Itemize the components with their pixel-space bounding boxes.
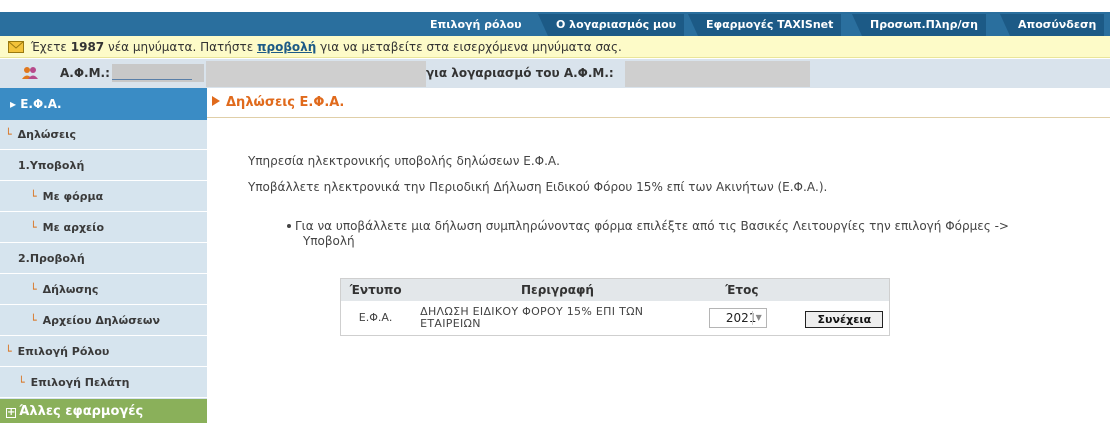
message-bar: Έχετε 1987 νέα μηνύματα. Πατήστε προβολή… — [0, 36, 1110, 58]
message-suffix: για να μεταβείτε στα εισερχόμενα μηνύματ… — [320, 40, 622, 54]
sidebar-item-select-client[interactable]: └ Επιλογή Πελάτη — [0, 368, 207, 398]
main-content: Δηλώσεις Ε.Φ.Α. Υπηρεσία ηλεκτρονικής υπ… — [207, 88, 1110, 423]
sidebar-item-label: Δηλώσεις — [17, 128, 76, 141]
tab-label: Αποσύνδεση — [1018, 18, 1097, 31]
sidebar-head-label: Ε.Φ.Α. — [20, 97, 62, 111]
tab-logout[interactable]: Αποσύνδεση — [1000, 14, 1105, 36]
message-middle: νέα μηνύματα. Πατήστε — [107, 40, 254, 54]
sidebar-item-declarations-file[interactable]: └ Αρχείου Δηλώσεων — [0, 306, 207, 336]
tree-marker-icon: └ — [18, 376, 25, 389]
tab-label: Επιλογή ρόλου — [430, 18, 522, 31]
sidebar-item-label: Επιλογή Πελάτη — [30, 376, 130, 389]
message-prefix: Έχετε — [30, 40, 67, 54]
tree-marker-icon: └ — [30, 190, 37, 203]
bullet-icon — [287, 224, 291, 228]
tab-label: Ο λογαριασμός μου — [556, 18, 677, 31]
sidebar: ▸ Ε.Φ.Α. └ Δηλώσεις 1.Υποβολή └ Με φόρμα └… — [0, 88, 207, 423]
tab-taxisnet-apps[interactable]: Εφαρμογές TAXISnet — [688, 14, 842, 36]
table-row: Ε.Φ.Α. ΔΗΛΩΣΗ ΕΙΔΙΚΟΥ ΦΟΡΟΥ 15% ΕΠΙ ΤΩΝ … — [341, 301, 889, 335]
description-line-2: ΕΤΑΙΡΕΙΩΝ — [420, 317, 481, 330]
sidebar-head-efa[interactable]: ▸ Ε.Φ.Α. — [0, 88, 207, 120]
forms-table: Έντυπο Περιγραφή Έτος Ε.Φ.Α. ΔΗΛΩΣΗ ΕΙΔΙ… — [340, 278, 890, 336]
other-apps-label: Άλλες εφαρμογές — [19, 404, 144, 419]
intro-text: Υπηρεσία ηλεκτρονικής υποβολής δηλώσεων … — [248, 154, 560, 168]
col-form-header: Έντυπο — [349, 283, 402, 297]
expand-plus-icon: + — [6, 407, 16, 418]
tree-marker-icon: └ — [30, 221, 37, 234]
afm-bar: Α.Φ.Μ.: για λογαριασμό του Α.Φ.Μ.: — [0, 59, 1110, 88]
page-title-text: Δηλώσεις Ε.Φ.Α. — [226, 95, 345, 110]
chevron-down-icon: ▼ — [752, 311, 764, 325]
tab-personal-info[interactable]: Προσωπ.Πληρ/ση — [852, 14, 986, 36]
sidebar-item-declaration[interactable]: └ Δήλωσης — [0, 275, 207, 305]
redacted-name — [206, 61, 426, 87]
description-text: Υποβάλλετε ηλεκτρονικά την Περιοδική Δήλ… — [248, 180, 828, 194]
cell-action: Συνέχεια — [779, 301, 889, 335]
sidebar-item-declarations[interactable]: └ Δηλώσεις — [0, 120, 207, 150]
redacted-afm — [112, 64, 204, 82]
page: Επιλογή ρόλου Ο λογαριασμός μου Εφαρμογέ… — [0, 0, 1110, 423]
envelope-icon — [8, 41, 24, 53]
cell-year: 2021 ▼ — [705, 301, 779, 335]
tab-select-role[interactable]: Επιλογή ρόλου — [422, 14, 530, 36]
message-count: 1987 — [70, 40, 105, 54]
redacted-account-afm — [625, 61, 810, 87]
table-header-row: Έντυπο Περιγραφή Έτος — [341, 279, 889, 301]
cell-form: Ε.Φ.Α. — [358, 311, 393, 324]
sidebar-item-label: 2.Προβολή — [18, 252, 85, 265]
col-description-header: Περιγραφή — [521, 283, 594, 297]
sidebar-item-label: 1.Υποβολή — [18, 159, 85, 172]
sidebar-item-with-form[interactable]: └ Με φόρμα — [0, 182, 207, 212]
caret-right-icon — [212, 96, 220, 106]
sidebar-item-view[interactable]: 2.Προβολή — [0, 244, 207, 274]
tree-marker-icon: └ — [30, 314, 37, 327]
tree-marker-icon: └ — [30, 283, 37, 296]
cell-description: ΔΗΛΩΣΗ ΕΙΔΙΚΟΥ ΦΟΡΟΥ 15% ΕΠΙ ΤΩΝ ΕΤΑΙΡΕΙ… — [410, 301, 705, 335]
sidebar-item-with-file[interactable]: └ Με αρχείο — [0, 213, 207, 243]
sidebar-item-label: Αρχείου Δηλώσεων — [42, 314, 160, 327]
continue-button[interactable]: Συνέχεια — [805, 311, 884, 328]
instruction-bullet: Για να υποβάλλετε μια δήλωση συμπληρώνον… — [287, 219, 1087, 249]
sidebar-item-label: Με αρχείο — [42, 221, 105, 234]
for-account-label: για λογαριασμό του Α.Φ.Μ.: — [426, 66, 614, 80]
sidebar-item-label: Δήλωσης — [42, 283, 99, 296]
col-year-header: Έτος — [725, 283, 759, 297]
tree-marker-icon: └ — [5, 345, 12, 358]
page-title: Δηλώσεις Ε.Φ.Α. — [207, 88, 1110, 118]
tab-label: Εφαρμογές TAXISnet — [706, 18, 834, 31]
sidebar-item-label: Επιλογή Ρόλου — [17, 345, 110, 358]
tab-label: Προσωπ.Πληρ/ση — [870, 18, 978, 31]
caret-right-icon: ▸ — [10, 97, 21, 111]
bullet-line-1: Για να υποβάλλετε μια δήλωση συμπληρώνον… — [295, 219, 1009, 233]
tab-my-account[interactable]: Ο λογαριασμός μου — [538, 14, 685, 36]
view-messages-link[interactable]: προβολή — [257, 40, 316, 54]
bullet-line-2: Υποβολή — [303, 234, 355, 248]
sidebar-item-label: Με φόρμα — [42, 190, 104, 203]
top-strip — [0, 0, 1110, 12]
sidebar-item-select-role[interactable]: └ Επιλογή Ρόλου — [0, 337, 207, 367]
sidebar-item-submission[interactable]: 1.Υποβολή — [0, 151, 207, 181]
year-select[interactable]: 2021 ▼ — [709, 308, 768, 328]
users-icon — [22, 67, 38, 79]
sidebar-other-apps[interactable]: + Άλλες εφαρμογές — [0, 399, 207, 423]
tree-marker-icon: └ — [5, 128, 12, 141]
top-nav: Επιλογή ρόλου Ο λογαριασμός μου Εφαρμογέ… — [0, 12, 1110, 36]
afm-label: Α.Φ.Μ.: — [60, 66, 110, 80]
col-action-header — [779, 279, 889, 301]
